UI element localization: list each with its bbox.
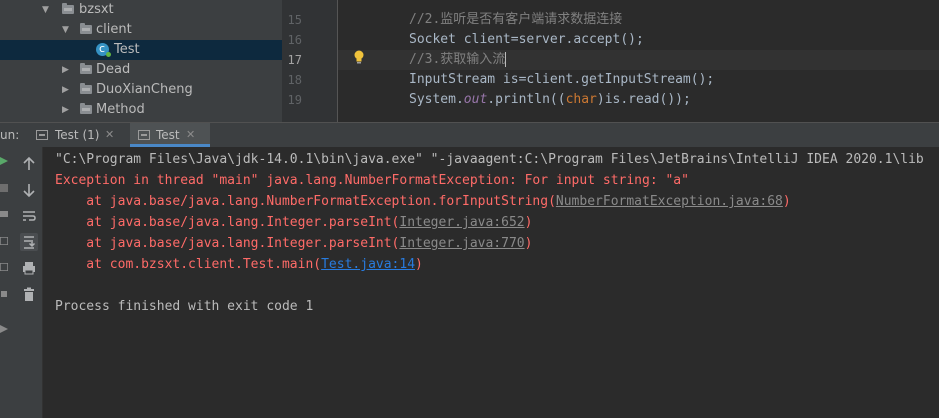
down-arrow-icon[interactable] <box>20 181 38 199</box>
code-line: InputStream is=client.getInputStream(); <box>409 72 715 87</box>
tab-label: Test <box>156 128 180 142</box>
package-folder-icon <box>62 3 74 14</box>
console-tab-icon <box>138 130 150 140</box>
code-token: )is.read()); <box>596 92 691 107</box>
stop-icon[interactable] <box>0 184 8 192</box>
close-icon[interactable]: ✕ <box>186 123 195 147</box>
line-number: 15 <box>287 13 302 27</box>
code-line: //3.获取输入流 <box>409 50 507 70</box>
stack-trace-line: at java.base/java.lang.Integer.parseInt(… <box>55 233 532 254</box>
package-folder-icon <box>80 103 92 114</box>
console-exit-message: Process finished with exit code 1 <box>55 299 314 314</box>
stack-frame-suffix: ) <box>415 257 423 272</box>
source-link[interactable]: Integer.java:652 <box>399 215 524 230</box>
tree-item-client[interactable]: ▼ client <box>0 20 282 40</box>
collapse-arrow-icon[interactable]: ▶ <box>62 80 69 100</box>
stack-trace-line: at java.base/java.lang.Integer.parseInt(… <box>55 212 532 233</box>
tree-item-label: DuoXianCheng <box>96 82 193 97</box>
run-actions-strip <box>0 147 14 418</box>
text-caret <box>505 52 507 67</box>
line-number: 17 <box>287 53 302 67</box>
tree-item-label: Test <box>114 42 140 57</box>
code-comment: //3.获取输入流 <box>409 52 506 67</box>
line-number: 16 <box>287 33 302 47</box>
source-link[interactable]: NumberFormatException.java:68 <box>556 194 783 209</box>
stack-frame-text: at java.base/java.lang.NumberFormatExcep… <box>55 194 556 209</box>
console-command-line: "C:\Program Files\Java\jdk-14.0.1\bin\ja… <box>55 152 924 167</box>
stack-frame-suffix: ) <box>524 236 533 251</box>
tree-item-dead[interactable]: ▶ Dead <box>0 60 282 80</box>
up-arrow-icon[interactable] <box>20 155 38 173</box>
package-folder-icon <box>80 23 92 34</box>
console-exception-line: Exception in thread "main" java.lang.Num… <box>55 173 689 188</box>
tree-item-label: Method <box>96 102 145 117</box>
console-toolbar <box>14 147 43 418</box>
code-field-token: out <box>463 92 488 107</box>
run-window-label: un: <box>0 128 20 142</box>
code-token: .println(( <box>487 92 566 107</box>
print-icon[interactable] <box>20 259 38 277</box>
code-line: System.out.println((char)is.read()); <box>409 90 691 110</box>
run-tool-window-header: un: Test (1) ✕ Test ✕ <box>0 122 939 147</box>
scroll-to-end-icon[interactable] <box>20 233 38 251</box>
stack-trace-line: at com.bzsxt.client.Test.main(Test.java:… <box>55 254 423 275</box>
console-tab-icon <box>36 130 48 140</box>
tree-item-label: bzsxt <box>79 2 114 17</box>
stack-frame-suffix: ) <box>524 215 533 230</box>
package-folder-icon <box>80 63 92 74</box>
camera-icon[interactable] <box>0 210 8 218</box>
stack-frame-text: at java.base/java.lang.Integer.parseInt( <box>55 236 400 251</box>
tree-item-duoxiancheng[interactable]: ▶ DuoXianCheng <box>0 80 282 100</box>
exit-icon[interactable] <box>0 263 8 271</box>
java-class-icon <box>96 39 111 59</box>
tree-item-method[interactable]: ▶ Method <box>0 100 282 120</box>
code-line: //2.监听是否有客户端请求数据连接 <box>409 12 623 27</box>
collapse-arrow-icon[interactable]: ▶ <box>62 60 69 80</box>
source-link[interactable]: Test.java:14 <box>321 257 415 272</box>
tree-item-label: client <box>96 22 132 37</box>
tab-test-1[interactable]: Test (1) ✕ <box>30 123 128 147</box>
line-number: 18 <box>287 73 302 87</box>
tab-label: Test (1) <box>55 128 100 142</box>
project-tree: ▼ bzsxt ▼ client Test ▶ Dead ▶ DuoXianCh… <box>0 0 282 122</box>
settings-icon[interactable] <box>0 290 8 298</box>
source-link[interactable]: Integer.java:770 <box>399 236 524 251</box>
code-token: System. <box>409 92 464 107</box>
collapse-arrow-icon[interactable]: ▶ <box>62 100 69 120</box>
stack-trace-line: at java.base/java.lang.NumberFormatExcep… <box>55 191 791 212</box>
line-number: 19 <box>287 93 302 107</box>
code-keyword-token: char <box>565 92 597 107</box>
stack-frame-suffix: ) <box>782 194 791 209</box>
stack-frame-text: at com.bzsxt.client.Test.main( <box>55 257 322 272</box>
stack-frame-text: at java.base/java.lang.Integer.parseInt( <box>55 215 400 230</box>
run-icon[interactable] <box>0 157 8 165</box>
layout-icon[interactable] <box>0 237 8 245</box>
code-line: Socket client=server.accept(); <box>409 32 644 47</box>
package-folder-icon <box>80 83 92 94</box>
tree-item-label: Dead <box>96 62 131 77</box>
close-icon[interactable]: ✕ <box>105 123 114 147</box>
pin-icon[interactable] <box>0 325 8 333</box>
tree-item-test[interactable]: Test <box>0 39 282 60</box>
lightbulb-icon[interactable] <box>353 50 365 64</box>
tab-test[interactable]: Test ✕ <box>130 123 210 147</box>
expand-arrow-icon[interactable]: ▼ <box>62 20 69 40</box>
tree-item-bzsxt[interactable]: ▼ bzsxt <box>0 0 282 20</box>
trash-icon[interactable] <box>20 285 38 303</box>
expand-arrow-icon[interactable]: ▼ <box>42 0 49 20</box>
soft-wrap-icon[interactable] <box>20 207 38 225</box>
